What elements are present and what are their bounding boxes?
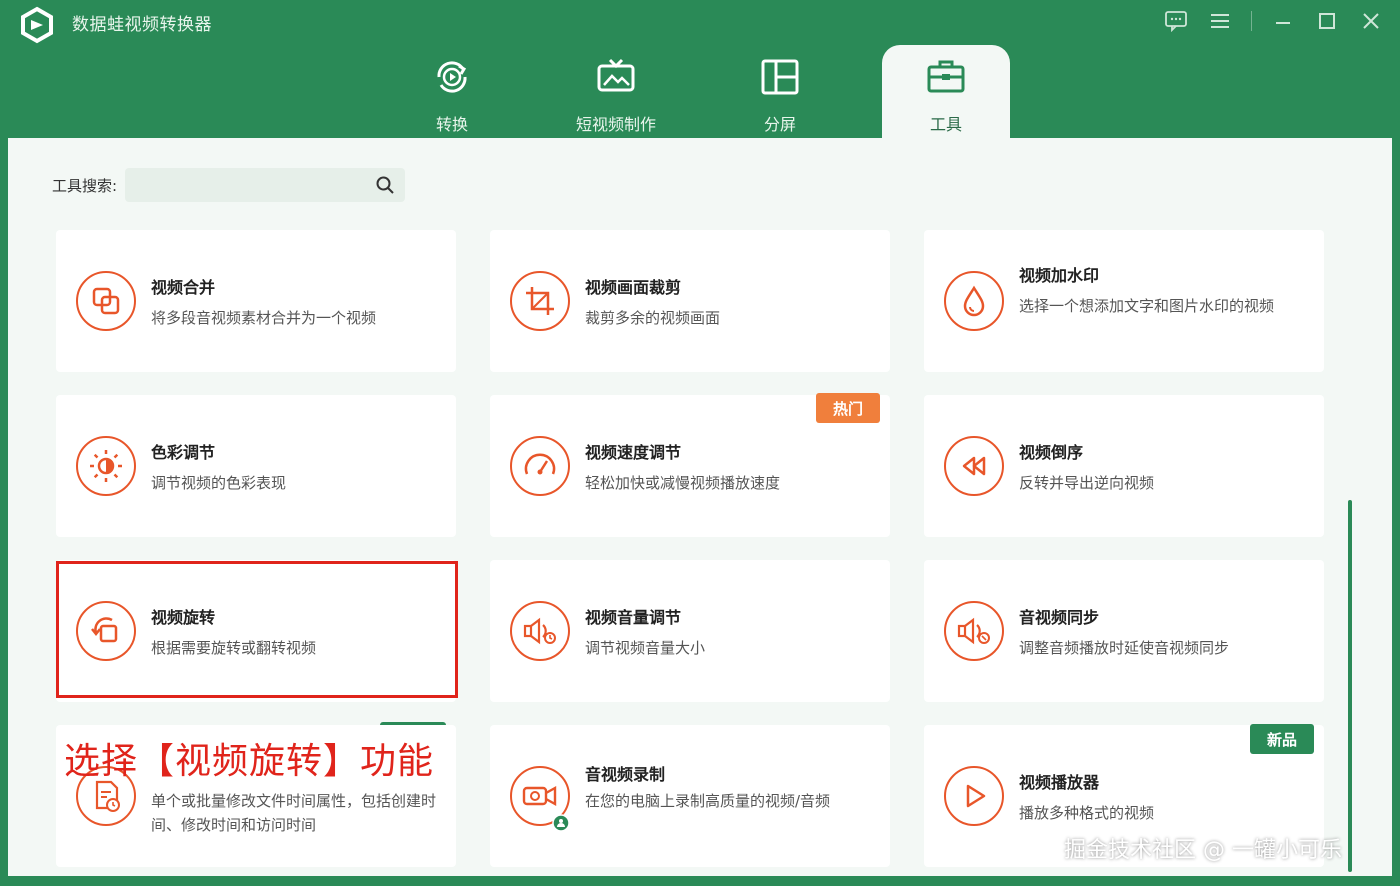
new-badge: 新品 xyxy=(1250,724,1314,754)
highlight-box xyxy=(56,561,458,698)
tab-label: 工具 xyxy=(929,115,962,134)
tool-desc: 轻松加快或减慢视频播放速度 xyxy=(585,474,781,492)
crop-icon xyxy=(510,271,570,331)
search-icon[interactable] xyxy=(375,175,395,195)
tool-desc: 在您的电脑上录制高质量的视频/音频 xyxy=(585,792,831,810)
tool-title: 视频画面裁剪 xyxy=(585,278,682,297)
tool-card-video-watermark[interactable]: 视频加水印 选择一个想添加文字和图片水印的视频 xyxy=(924,230,1324,372)
convert-icon xyxy=(430,55,474,99)
menu-icon[interactable] xyxy=(1207,8,1233,34)
rewind-icon xyxy=(944,436,1004,496)
play-icon xyxy=(944,766,1004,826)
tab-label: 转换 xyxy=(435,115,468,134)
tab-short-video[interactable]: 短视频制作 xyxy=(552,45,680,140)
tool-desc: 调整音频播放时延使音视频同步 xyxy=(1019,639,1230,657)
watermark-text: 掘金技术社区 @ 一罐小可乐 xyxy=(1064,838,1342,863)
tool-title: 色彩调节 xyxy=(151,443,216,462)
app-title: 数据蛙视频转换器 xyxy=(72,15,212,35)
toolbox-icon xyxy=(924,55,968,99)
tool-card-volume-adjust[interactable]: 视频音量调节 调节视频音量大小 xyxy=(490,560,890,702)
tool-card-av-recorder[interactable]: 音视频录制 在您的电脑上录制高质量的视频/音频 xyxy=(490,725,890,867)
av-sync-icon xyxy=(944,601,1004,661)
tool-desc: 调节视频音量大小 xyxy=(585,639,706,657)
tool-desc: 将多段音视频素材合并为一个视频 xyxy=(151,309,377,327)
tool-title: 视频加水印 xyxy=(1019,266,1100,285)
search-label: 工具搜索: xyxy=(52,176,118,195)
watermark-drop-icon xyxy=(944,271,1004,331)
tools-panel: 工具搜索: 视频合并 将多段音视频素材合并为一个视频 视频画面裁剪 裁剪多余的视… xyxy=(8,138,1392,876)
tab-label: 分屏 xyxy=(763,115,796,134)
tool-title: 视频速度调节 xyxy=(585,443,682,462)
tab-label: 短视频制作 xyxy=(575,115,656,134)
tool-card-video-reverse[interactable]: 视频倒序 反转并导出逆向视频 xyxy=(924,395,1324,537)
tool-card-video-merge[interactable]: 视频合并 将多段音视频素材合并为一个视频 xyxy=(56,230,456,372)
search-input[interactable] xyxy=(125,168,406,202)
tool-desc: 反转并导出逆向视频 xyxy=(1019,474,1155,492)
tool-title: 音视频同步 xyxy=(1019,608,1100,627)
merge-icon xyxy=(76,271,136,331)
tab-tools[interactable]: 工具 xyxy=(882,45,1010,140)
tool-desc: 调节视频的色彩表现 xyxy=(151,474,287,492)
color-adjust-icon xyxy=(76,436,136,496)
split-screen-icon xyxy=(758,55,802,99)
tool-card-av-sync[interactable]: 音视频同步 调整音频播放时延使音视频同步 xyxy=(924,560,1324,702)
tool-title: 视频播放器 xyxy=(1019,773,1100,792)
tool-title: 音视频录制 xyxy=(585,765,666,784)
title-separator xyxy=(1251,11,1252,31)
tool-desc: 裁剪多余的视频画面 xyxy=(585,309,721,327)
tool-search: 工具搜索: xyxy=(52,168,406,202)
speedometer-icon xyxy=(510,436,570,496)
tool-title: 视频倒序 xyxy=(1019,443,1084,462)
minimize-icon[interactable] xyxy=(1270,8,1296,34)
feedback-icon[interactable] xyxy=(1163,8,1189,34)
volume-icon xyxy=(510,601,570,661)
hot-badge: 热门 xyxy=(816,393,880,423)
tool-desc: 播放多种格式的视频 xyxy=(1019,804,1155,822)
tab-convert[interactable]: 转换 xyxy=(388,45,516,140)
tool-desc: 单个或批量修改文件时间属性，包括创建时间、修改时间和访问时间 xyxy=(151,792,437,834)
title-bar: 数据蛙视频转换器 转换 短视频制作 分屏 工具 xyxy=(0,0,1400,140)
app-logo-icon xyxy=(21,6,53,44)
maximize-icon[interactable] xyxy=(1314,8,1340,34)
tool-card-video-crop[interactable]: 视频画面裁剪 裁剪多余的视频画面 xyxy=(490,230,890,372)
annotation-caption: 选择【视频旋转】功能 xyxy=(64,741,435,782)
close-icon[interactable] xyxy=(1358,8,1384,34)
tool-card-color-adjust[interactable]: 色彩调节 调节视频的色彩表现 xyxy=(56,395,456,537)
tab-split-screen[interactable]: 分屏 xyxy=(716,45,844,140)
tool-desc: 选择一个想添加文字和图片水印的视频 xyxy=(1019,297,1275,315)
tool-title: 视频合并 xyxy=(151,278,216,297)
search-field[interactable] xyxy=(125,168,406,202)
recorder-sub-icon xyxy=(552,814,570,832)
scrollbar[interactable] xyxy=(1348,500,1352,872)
tool-title: 视频音量调节 xyxy=(585,608,682,627)
tv-icon xyxy=(594,55,638,99)
